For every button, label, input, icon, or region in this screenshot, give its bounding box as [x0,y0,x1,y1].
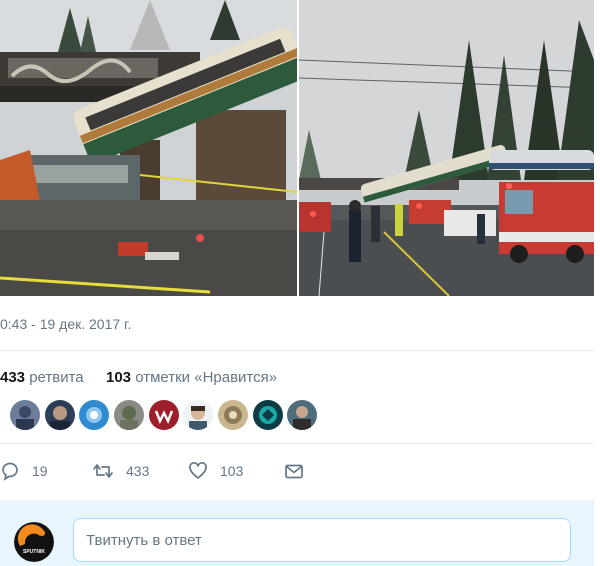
retweet-arrows-icon [93,464,113,478]
like-button[interactable]: 103 [188,458,243,484]
liker-avatar[interactable] [79,400,109,430]
liker-avatar[interactable] [10,400,40,430]
liker-avatar[interactable] [218,400,248,430]
liker-avatar[interactable] [183,400,213,430]
sputnik-logo-text: SPUTNIK [23,549,45,555]
retweet-count: 433 [126,463,150,479]
tweet-stats: 433 ретвита 103 отметки «Нравится» [0,369,277,386]
speech-bubble-icon [2,462,18,481]
tweet-media [0,0,594,296]
tweet-actions: 19 433 103 [0,458,594,484]
liker-avatar[interactable] [253,400,283,430]
divider [0,350,594,351]
retweets-label[interactable]: ретвита [29,369,83,386]
likes-count[interactable]: 103 [106,369,131,386]
divider [0,443,594,444]
liker-avatar[interactable] [287,400,317,430]
liker-avatar[interactable] [114,400,144,430]
photo-train-derailment-left[interactable] [0,0,297,296]
liker-avatar[interactable] [45,400,75,430]
like-count: 103 [220,463,244,479]
reply-count: 19 [32,463,48,479]
heart-icon [189,462,207,479]
reply-input[interactable] [73,518,571,562]
user-avatar[interactable]: SPUTNIK [14,522,54,562]
likes-label[interactable]: отметки «Нравится» [135,369,277,386]
retweet-button[interactable]: 433 [92,458,149,484]
photo-train-derailment-right[interactable] [299,0,594,296]
liker-avatar[interactable] [149,400,179,430]
envelope-icon [285,464,303,479]
tweet-timestamp[interactable]: 0:43 - 19 дек. 2017 г. [0,316,131,332]
reply-button[interactable]: 19 [0,458,48,484]
direct-message-button[interactable] [284,458,304,484]
retweets-count[interactable]: 433 [0,369,25,386]
